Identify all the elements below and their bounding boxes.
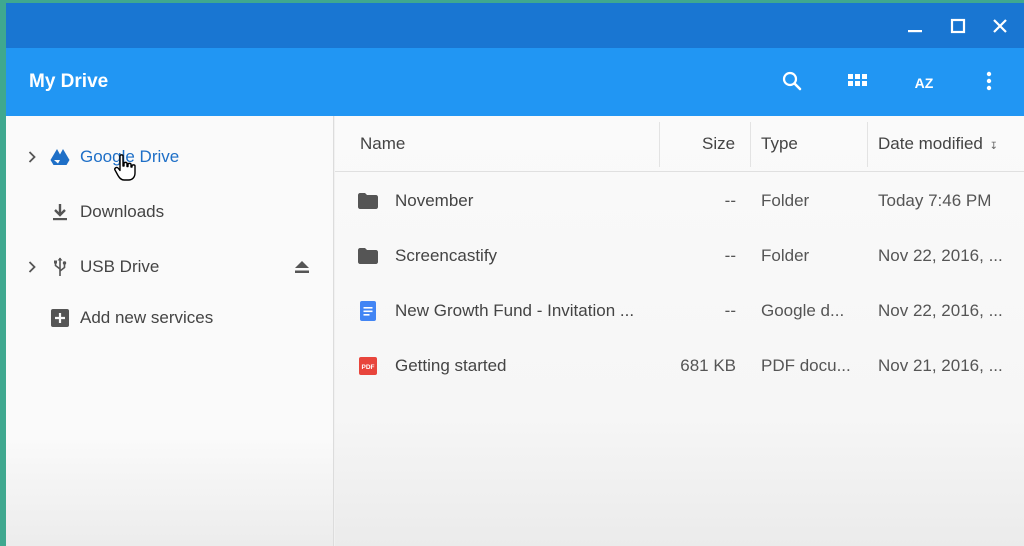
file-type: Folder <box>761 191 810 210</box>
eject-icon[interactable] <box>292 259 312 275</box>
maximize-button[interactable] <box>943 12 973 40</box>
file-name: Getting started <box>395 356 507 375</box>
file-type: PDF docu... <box>761 356 851 375</box>
sidebar-item-add-new-services[interactable]: Add new services <box>6 298 334 338</box>
file-date: Nov 22, 2016, ... <box>878 301 1003 320</box>
google-drive-icon <box>49 147 71 167</box>
minimize-icon <box>907 18 923 34</box>
more-menu-button[interactable] <box>972 66 1006 100</box>
close-icon <box>992 18 1008 34</box>
sidebar-item-label: USB Drive <box>80 257 160 276</box>
file-type: Google d... <box>761 301 845 320</box>
file-date: Nov 21, 2016, ... <box>878 356 1003 375</box>
sidebar: Google Drive Downloads USB Drive Add new… <box>6 116 334 546</box>
pdf-badge-text: PDF <box>362 364 375 371</box>
search-icon <box>781 70 803 97</box>
sidebar-item-usb-drive[interactable]: USB Drive <box>6 247 334 287</box>
app-toolbar: My Drive AZ <box>6 48 1024 116</box>
file-name: Screencastify <box>395 246 498 265</box>
files-app-window: My Drive AZ Google Drive Downloads USB D… <box>6 3 1024 546</box>
sidebar-item-google-drive[interactable]: Google Drive <box>6 137 334 177</box>
more-vert-icon <box>986 71 992 96</box>
minimize-button[interactable] <box>900 12 930 40</box>
download-icon <box>49 202 71 222</box>
chevron-right-icon[interactable] <box>25 148 39 166</box>
close-button[interactable] <box>985 12 1015 40</box>
sidebar-item-label: Downloads <box>80 202 165 221</box>
column-header-size[interactable]: Size <box>702 116 735 171</box>
file-size: 681 KB <box>680 356 736 375</box>
file-size: -- <box>724 246 736 265</box>
chevron-right-icon[interactable] <box>25 258 39 276</box>
maximize-icon <box>950 18 966 34</box>
file-size: -- <box>724 191 736 210</box>
sort-button[interactable]: AZ <box>907 66 941 100</box>
window-titlebar <box>6 3 1024 48</box>
search-button[interactable] <box>775 66 809 100</box>
file-row-new-growth-fund[interactable]: New Growth Fund - Invitation ... -- Goog… <box>335 283 1024 338</box>
grid-view-button[interactable] <box>841 66 875 100</box>
header-divider <box>335 171 1024 172</box>
folder-icon <box>357 245 379 267</box>
sidebar-item-downloads[interactable]: Downloads <box>6 192 334 232</box>
add-box-icon <box>49 308 71 328</box>
file-row-november[interactable]: November -- Folder Today 7:46 PM <box>335 173 1024 228</box>
sort-az-icon: AZ <box>914 75 934 91</box>
google-doc-icon <box>357 300 379 322</box>
sort-indicator-icon: ↧ <box>989 141 999 152</box>
file-size: -- <box>724 301 736 320</box>
column-header-date-modified[interactable]: Date modified ↧ <box>878 116 998 171</box>
folder-icon <box>357 190 379 212</box>
column-header-label: Date modified <box>878 134 983 153</box>
file-list-pane: Name Size Type Date modified ↧ November … <box>335 116 1024 546</box>
file-row-getting-started[interactable]: PDF Getting started 681 KB PDF docu... N… <box>335 338 1024 393</box>
column-header-type[interactable]: Type <box>761 116 798 171</box>
pdf-icon: PDF <box>357 355 379 377</box>
sidebar-item-label: Add new services <box>80 308 214 327</box>
file-date: Today 7:46 PM <box>878 191 992 210</box>
file-row-screencastify[interactable]: Screencastify -- Folder Nov 22, 2016, ..… <box>335 228 1024 283</box>
usb-icon <box>49 257 71 277</box>
grid-view-icon <box>848 73 868 93</box>
column-divider <box>659 122 660 167</box>
file-type: Folder <box>761 246 810 265</box>
column-divider <box>750 122 751 167</box>
page-title: My Drive <box>29 71 109 92</box>
file-name: November <box>395 191 474 210</box>
file-date: Nov 22, 2016, ... <box>878 246 1003 265</box>
column-header-name[interactable]: Name <box>360 116 405 171</box>
hand-pointer-icon <box>114 154 136 187</box>
file-name: New Growth Fund - Invitation ... <box>395 301 635 320</box>
column-divider <box>867 122 868 167</box>
